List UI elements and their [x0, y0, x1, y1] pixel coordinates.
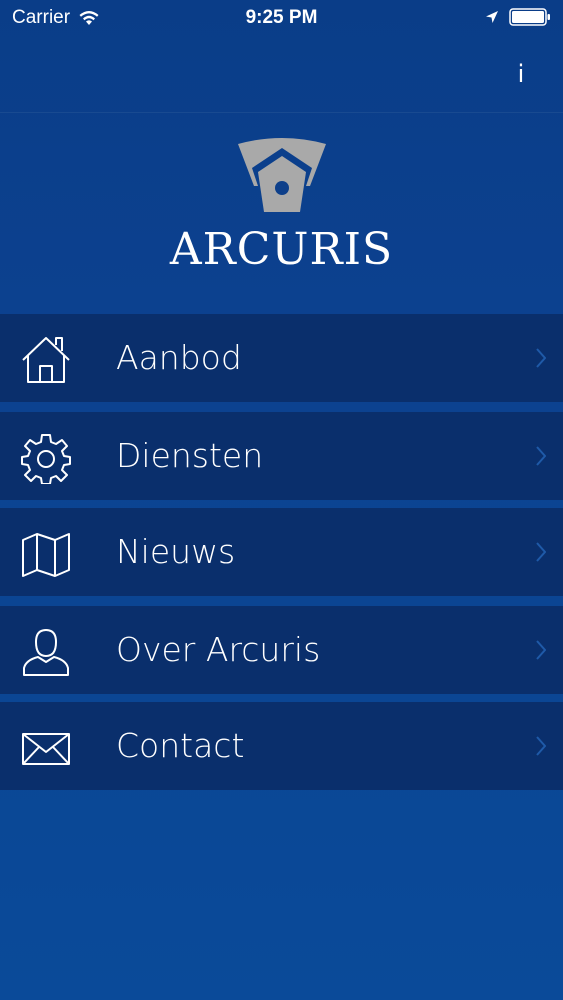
arcuris-shield-logo — [238, 138, 326, 212]
chevron-right-icon — [536, 542, 546, 562]
menu-item-diensten[interactable]: Diensten — [0, 412, 563, 500]
menu-label-contact: Contact — [116, 726, 245, 765]
location-arrow-icon — [486, 11, 498, 23]
status-bar: Carrier 9:25 PM — [0, 0, 563, 38]
person-icon — [23, 629, 69, 676]
chevron-right-icon — [536, 348, 546, 368]
home-icon — [22, 337, 70, 383]
menu-item-over-arcuris[interactable]: Over Arcuris — [0, 606, 563, 694]
status-right — [485, 8, 551, 26]
menu-item-aanbod[interactable]: Aanbod — [0, 314, 563, 402]
map-icon — [22, 533, 70, 577]
chevron-right-icon — [536, 640, 546, 660]
chevron-right-icon — [536, 736, 546, 756]
envelope-icon — [22, 733, 70, 765]
menu-label-aanbod: Aanbod — [116, 338, 242, 377]
menu-item-nieuws[interactable]: Nieuws — [0, 508, 563, 596]
chevron-right-icon — [536, 446, 546, 466]
status-time: 9:25 PM — [245, 7, 318, 28]
menu-label-diensten: Diensten — [116, 436, 264, 475]
menu-label-over-arcuris: Over Arcuris — [116, 630, 321, 669]
menu-item-contact[interactable]: Contact — [0, 702, 563, 790]
brand-name: ARCURIS — [169, 224, 394, 275]
info-button[interactable]: i — [506, 56, 536, 92]
gear-icon — [21, 434, 71, 484]
battery-icon — [509, 8, 550, 26]
header-divider — [0, 112, 563, 113]
menu-label-nieuws: Nieuws — [116, 532, 236, 571]
